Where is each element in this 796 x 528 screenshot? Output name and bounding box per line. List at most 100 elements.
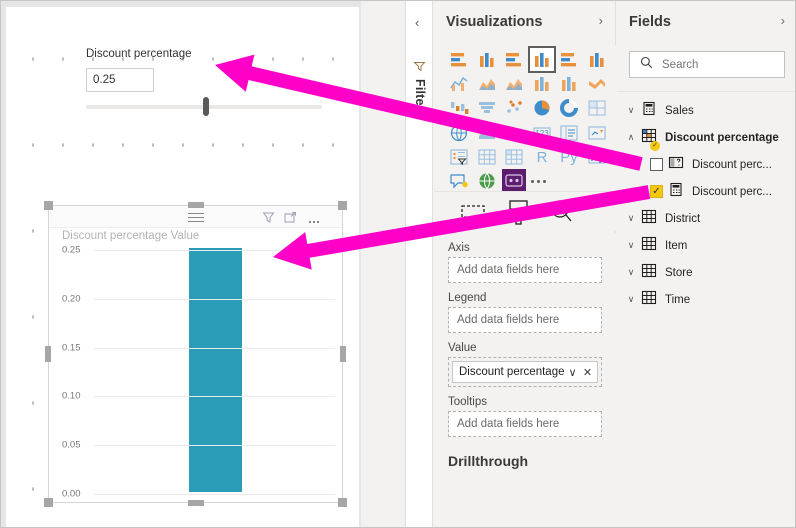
slicer-thumb[interactable]: [203, 97, 209, 116]
more-visuals-icon[interactable]: [530, 169, 556, 191]
card-icon[interactable]: 123: [530, 121, 554, 144]
table-icon: [641, 209, 657, 229]
scatter-chart-icon[interactable]: [502, 96, 526, 119]
gauge-icon[interactable]: [502, 121, 526, 144]
resize-handle-bottom[interactable]: [187, 500, 204, 506]
magnifier-icon[interactable]: [546, 197, 580, 227]
fields-field-row[interactable]: Discount perc...: [617, 151, 795, 178]
slicer-visual[interactable]: Discount percentage: [86, 47, 322, 116]
expand-visualizations-icon[interactable]: ›: [599, 13, 603, 28]
chevron-down-icon[interactable]: ∨: [624, 294, 638, 305]
fields-table-row-sales[interactable]: ∨ Sales: [617, 97, 795, 124]
treemap-icon[interactable]: [585, 96, 609, 119]
chevron-down-icon[interactable]: ∨: [624, 267, 638, 278]
chevron-down-icon[interactable]: ∨: [624, 213, 638, 224]
fields-table-row-discount-percentage[interactable]: ∧ ✓ Discount percentage: [617, 124, 795, 151]
well-dropzone-legend[interactable]: Add data fields here: [448, 307, 602, 333]
report-canvas-area[interactable]: Discount percentage 0.25 Discount percen…: [1, 1, 361, 527]
resize-handle-bottom-right[interactable]: [338, 498, 347, 507]
fields-table-row-item[interactable]: ∨ Item: [617, 232, 795, 259]
pie-chart-icon[interactable]: [530, 96, 554, 119]
map-icon[interactable]: [447, 121, 471, 144]
chevron-down-icon[interactable]: ∨: [565, 366, 580, 379]
clustered-column-chart-icon[interactable]: [527, 46, 556, 73]
svg-text:123: 123: [535, 129, 549, 138]
chevron-down-icon[interactable]: ∨: [624, 240, 638, 251]
more-options-icon[interactable]: [308, 210, 324, 225]
hundred-percent-stacked-column-chart-icon[interactable]: [585, 48, 609, 71]
slicer-icon[interactable]: [447, 145, 471, 168]
visual-pane-tabs[interactable]: [434, 191, 616, 231]
well-dropzone-axis[interactable]: Add data fields here: [448, 257, 602, 283]
search-input[interactable]: [660, 57, 770, 72]
line-chart-icon[interactable]: [447, 72, 471, 95]
donut-chart-icon[interactable]: [557, 96, 581, 119]
paint-roller-icon[interactable]: [502, 197, 536, 227]
fields-table-row-time[interactable]: ∨ Time: [617, 286, 795, 313]
custom-visual-icon[interactable]: [502, 169, 527, 192]
field-checkbox[interactable]: [650, 158, 663, 171]
fields-field-label: Discount perc...: [692, 185, 772, 198]
filter-icon[interactable]: [261, 210, 276, 225]
area-chart-icon[interactable]: [475, 72, 499, 95]
fields-field-label: Discount perc...: [692, 158, 772, 171]
fields-pane-icon[interactable]: [456, 197, 490, 227]
chevron-up-icon[interactable]: ∧: [624, 132, 638, 143]
gridline: [94, 347, 335, 349]
well-dropzone-tooltips[interactable]: Add data fields here: [448, 411, 602, 437]
field-checkbox[interactable]: ✓: [650, 185, 663, 198]
waterfall-chart-icon[interactable]: [447, 96, 471, 119]
ribbon-chart-icon[interactable]: [585, 72, 609, 95]
python-visual-icon[interactable]: Py: [557, 145, 581, 168]
stacked-area-chart-icon[interactable]: [502, 72, 526, 95]
resize-handle-top[interactable]: [187, 202, 204, 208]
bar-series-item[interactable]: [189, 248, 242, 492]
arcgis-maps-icon[interactable]: [475, 169, 499, 192]
visual-type-gallery[interactable]: 123 R Py: [434, 45, 616, 192]
matrix-icon[interactable]: [502, 145, 526, 168]
line-and-clustered-column-chart-icon[interactable]: [557, 72, 581, 95]
report-page[interactable]: Discount percentage 0.25 Discount percen…: [6, 7, 359, 527]
well-placeholder: Add data fields here: [457, 418, 560, 430]
fields-search-box[interactable]: [629, 51, 785, 78]
field-chip[interactable]: Discount percentage Va∨✕: [452, 361, 598, 383]
well-dropzone-value[interactable]: Discount percentage Va∨✕: [448, 357, 602, 387]
filled-map-icon[interactable]: [475, 121, 499, 144]
fields-pane-header: Fields ›: [617, 1, 795, 45]
resize-handle-top-right[interactable]: [338, 201, 347, 210]
drillthrough-section-header[interactable]: Drillthrough: [448, 453, 616, 469]
expand-fields-icon[interactable]: ›: [781, 13, 785, 28]
table-icon[interactable]: [475, 145, 499, 168]
chevron-down-icon[interactable]: ∨: [624, 105, 638, 116]
resize-handle-bottom-left[interactable]: [44, 498, 53, 507]
y-axis-tick-label: 0.20: [62, 293, 81, 305]
fields-table-row-district[interactable]: ∨ District: [617, 205, 795, 232]
remove-field-icon[interactable]: ✕: [580, 366, 595, 379]
stacked-column-chart-icon[interactable]: [475, 48, 499, 71]
key-influencers-icon[interactable]: [585, 145, 609, 168]
fields-tree[interactable]: ∨ Sales ∧ ✓ Discount percentage Discount perc…: [617, 91, 795, 527]
collapse-filters-icon[interactable]: ‹: [415, 16, 419, 29]
qna-visual-icon[interactable]: [447, 169, 471, 192]
drag-handle-icon[interactable]: [187, 213, 204, 222]
kpi-icon[interactable]: [585, 121, 609, 144]
fields-table-row-store[interactable]: ∨ Store: [617, 259, 795, 286]
parameter-table-icon: ✓: [641, 128, 660, 151]
focus-mode-icon[interactable]: [283, 210, 298, 225]
hundred-percent-stacked-bar-chart-icon[interactable]: [557, 48, 581, 71]
fields-table-label: District: [665, 212, 701, 225]
multi-row-card-icon[interactable]: [557, 121, 581, 144]
stacked-bar-chart-icon[interactable]: [447, 48, 471, 71]
column-chart-visual[interactable]: Discount percentage Value 0.00 0.05 0.10 0.…: [44, 201, 347, 507]
resize-handle-left[interactable]: [45, 346, 51, 362]
filters-pane-collapsed[interactable]: ‹ Filters: [405, 1, 433, 527]
fields-field-row[interactable]: ✓ Discount perc...: [617, 178, 795, 205]
line-and-stacked-column-chart-icon[interactable]: [530, 72, 554, 95]
clustered-bar-chart-icon[interactable]: [502, 48, 526, 71]
funnel-chart-icon[interactable]: [475, 96, 499, 119]
resize-handle-top-left[interactable]: [44, 201, 53, 210]
slicer-value-input[interactable]: [86, 68, 154, 92]
well-label: Axis: [448, 242, 470, 254]
r-script-visual-icon[interactable]: R: [530, 145, 554, 168]
resize-handle-right[interactable]: [340, 346, 346, 362]
